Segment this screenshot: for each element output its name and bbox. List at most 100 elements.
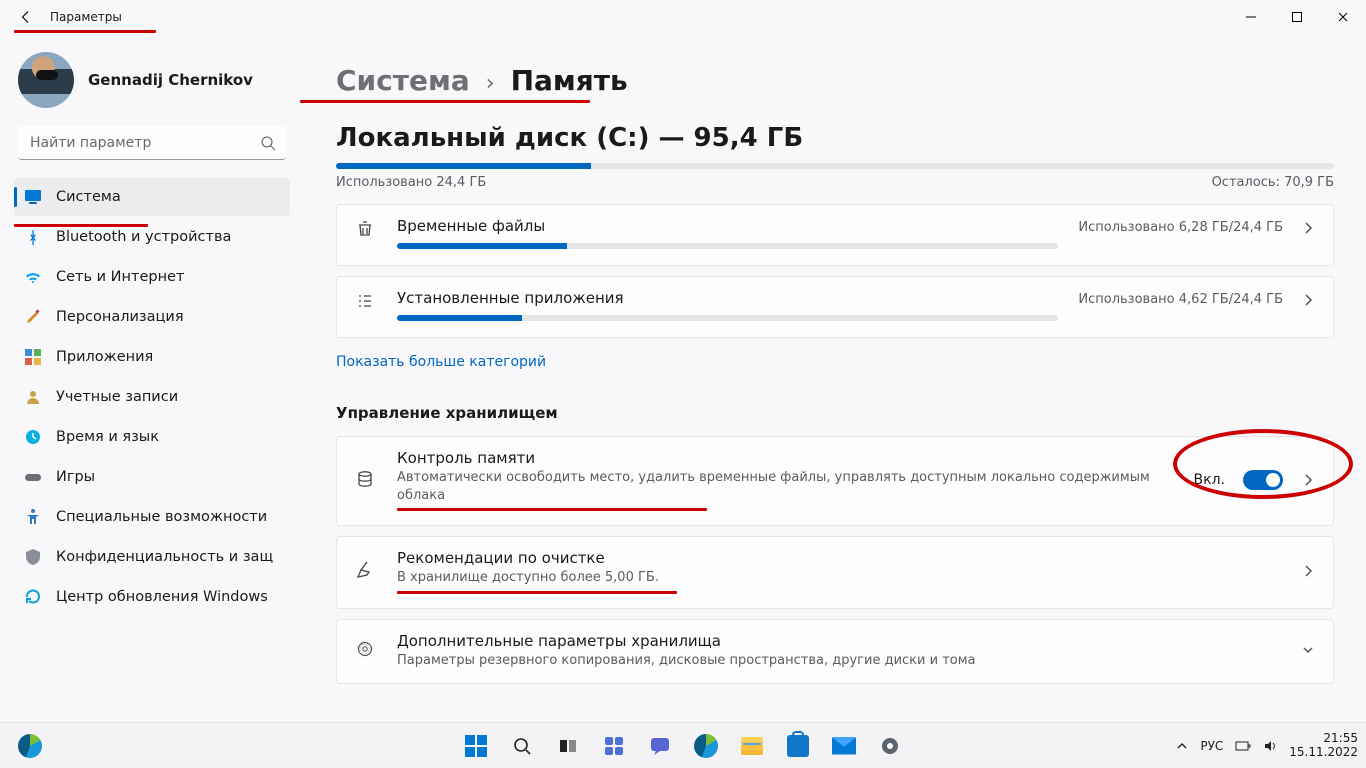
breadcrumb: Система › Память — [336, 64, 1336, 97]
advanced-storage-card[interactable]: Дополнительные параметры хранилища Парам… — [336, 619, 1334, 685]
window-close-button[interactable] — [1320, 0, 1366, 34]
maximize-icon — [1291, 11, 1303, 23]
storage-category-temp-files[interactable]: Временные файлы Использовано 6,28 ГБ/24,… — [336, 204, 1334, 266]
sidebar-item-gaming[interactable]: Игры — [14, 458, 290, 496]
disk-usage-bar — [336, 163, 1334, 169]
taskbar-mail-button[interactable] — [824, 726, 864, 766]
sidebar-item-bluetooth[interactable]: ᚼ Bluetooth и устройства — [14, 218, 290, 256]
apps-icon — [24, 348, 42, 366]
back-button[interactable] — [18, 9, 34, 25]
card-subtitle: Параметры резервного копирования, дисков… — [397, 652, 1281, 670]
page-title: Память — [511, 64, 628, 97]
input-language-indicator[interactable]: РУС — [1200, 739, 1223, 753]
chevron-right-icon — [1301, 293, 1315, 307]
clock-date: 15.11.2022 — [1289, 746, 1358, 760]
volume-icon[interactable] — [1263, 739, 1277, 753]
annotation-underline — [300, 100, 590, 103]
cleanup-recommendations-card[interactable]: Рекомендации по очистке В хранилище дост… — [336, 536, 1334, 609]
arrow-left-icon — [19, 10, 33, 24]
shield-icon — [24, 548, 42, 566]
sidebar-item-accessibility[interactable]: Специальные возможности — [14, 498, 290, 536]
window-maximize-button[interactable] — [1274, 0, 1320, 34]
widgets-icon — [603, 735, 625, 757]
wifi-icon — [24, 268, 42, 286]
window-controls — [1228, 0, 1366, 34]
gear-icon — [879, 735, 901, 757]
sidebar-nav: Система ᚼ Bluetooth и устройства Сеть и … — [14, 178, 290, 616]
taskbar-chat-button[interactable] — [640, 726, 680, 766]
chat-icon — [649, 735, 671, 757]
edge-icon — [18, 734, 42, 758]
disk-free-label: Осталось: 70,9 ГБ — [1212, 175, 1334, 190]
disk-heading: Локальный диск (C:) — 95,4 ГБ — [336, 123, 1336, 153]
clock-time: 21:55 — [1289, 732, 1358, 746]
start-button[interactable] — [456, 726, 496, 766]
search-input[interactable] — [18, 126, 286, 160]
titlebar: Параметры — [0, 0, 1366, 34]
chevron-up-icon[interactable] — [1176, 740, 1188, 752]
taskbar-clock[interactable]: 21:55 15.11.2022 — [1289, 732, 1358, 760]
sidebar-item-label: Время и язык — [56, 429, 159, 445]
taskbar-explorer-button[interactable] — [732, 726, 772, 766]
show-more-categories-link[interactable]: Показать больше категорий — [336, 354, 1336, 370]
storage-category-apps[interactable]: Установленные приложения Использовано 4,… — [336, 276, 1334, 338]
breadcrumb-parent[interactable]: Система — [336, 64, 470, 97]
task-view-icon — [558, 736, 578, 756]
sidebar-item-time-language[interactable]: Время и язык — [14, 418, 290, 456]
section-heading-storage-management: Управление хранилищем — [336, 404, 1336, 422]
taskbar-edge-button[interactable] — [686, 726, 726, 766]
task-view-button[interactable] — [548, 726, 588, 766]
network-icon[interactable] — [1235, 739, 1251, 753]
annotation-underline — [397, 508, 707, 511]
card-usage-text: Использовано 4,62 ГБ/24,4 ГБ — [1078, 292, 1283, 307]
taskbar-edge-pinned[interactable] — [10, 726, 50, 766]
taskbar-settings-button[interactable] — [870, 726, 910, 766]
sidebar-item-label: Персонализация — [56, 309, 184, 325]
person-icon — [24, 388, 42, 406]
temp-usage-bar-fill — [397, 243, 567, 249]
edge-icon — [694, 734, 718, 758]
minimize-icon — [1245, 11, 1257, 23]
sidebar-item-label: Игры — [56, 469, 95, 485]
storage-sense-toggle[interactable] — [1243, 470, 1283, 490]
sidebar-item-privacy[interactable]: Конфиденциальность и защ — [14, 538, 290, 576]
sidebar-item-network[interactable]: Сеть и Интернет — [14, 258, 290, 296]
sidebar-item-windows-update[interactable]: Центр обновления Windows — [14, 578, 290, 616]
gamepad-icon — [24, 468, 42, 486]
taskbar-store-button[interactable] — [778, 726, 818, 766]
taskbar-widgets-button[interactable] — [594, 726, 634, 766]
profile-block[interactable]: Gennadij Chernikov — [18, 52, 290, 108]
app-title: Параметры — [50, 10, 122, 24]
clock-globe-icon — [24, 428, 42, 446]
taskbar: РУС 21:55 15.11.2022 — [0, 722, 1366, 768]
card-title: Рекомендации по очистке — [397, 549, 1281, 567]
profile-name: Gennadij Chernikov — [88, 71, 253, 89]
card-title: Дополнительные параметры хранилища — [397, 632, 1281, 650]
sidebar-item-label: Сеть и Интернет — [56, 269, 184, 285]
sidebar-item-accounts[interactable]: Учетные записи — [14, 378, 290, 416]
chevron-down-icon — [1301, 643, 1315, 657]
content-area: Система › Память Локальный диск (C:) — 9… — [300, 34, 1366, 722]
taskbar-search-button[interactable] — [502, 726, 542, 766]
sidebar-item-system[interactable]: Система — [14, 178, 290, 216]
close-icon — [1337, 11, 1349, 23]
sidebar-item-personalization[interactable]: Персонализация — [14, 298, 290, 336]
card-title: Временные файлы — [397, 217, 1058, 235]
disk-usage-labels: Использовано 24,4 ГБ Осталось: 70,9 ГБ — [336, 175, 1334, 190]
chevron-right-icon: › — [486, 71, 495, 96]
brush-icon — [24, 308, 42, 326]
chevron-right-icon — [1301, 564, 1315, 578]
annotation-underline — [14, 30, 156, 33]
search-wrap — [18, 126, 286, 160]
sidebar-item-label: Специальные возможности — [56, 509, 267, 525]
windows-logo-icon — [465, 735, 487, 757]
search-icon — [260, 135, 276, 151]
card-title: Установленные приложения — [397, 289, 1058, 307]
avatar — [18, 52, 74, 108]
trash-icon — [355, 219, 377, 243]
storage-sense-card[interactable]: Контроль памяти Автоматически освободить… — [336, 436, 1334, 526]
sidebar-item-apps[interactable]: Приложения — [14, 338, 290, 376]
taskbar-center — [456, 726, 910, 766]
window-minimize-button[interactable] — [1228, 0, 1274, 34]
bluetooth-icon: ᚼ — [24, 228, 42, 246]
